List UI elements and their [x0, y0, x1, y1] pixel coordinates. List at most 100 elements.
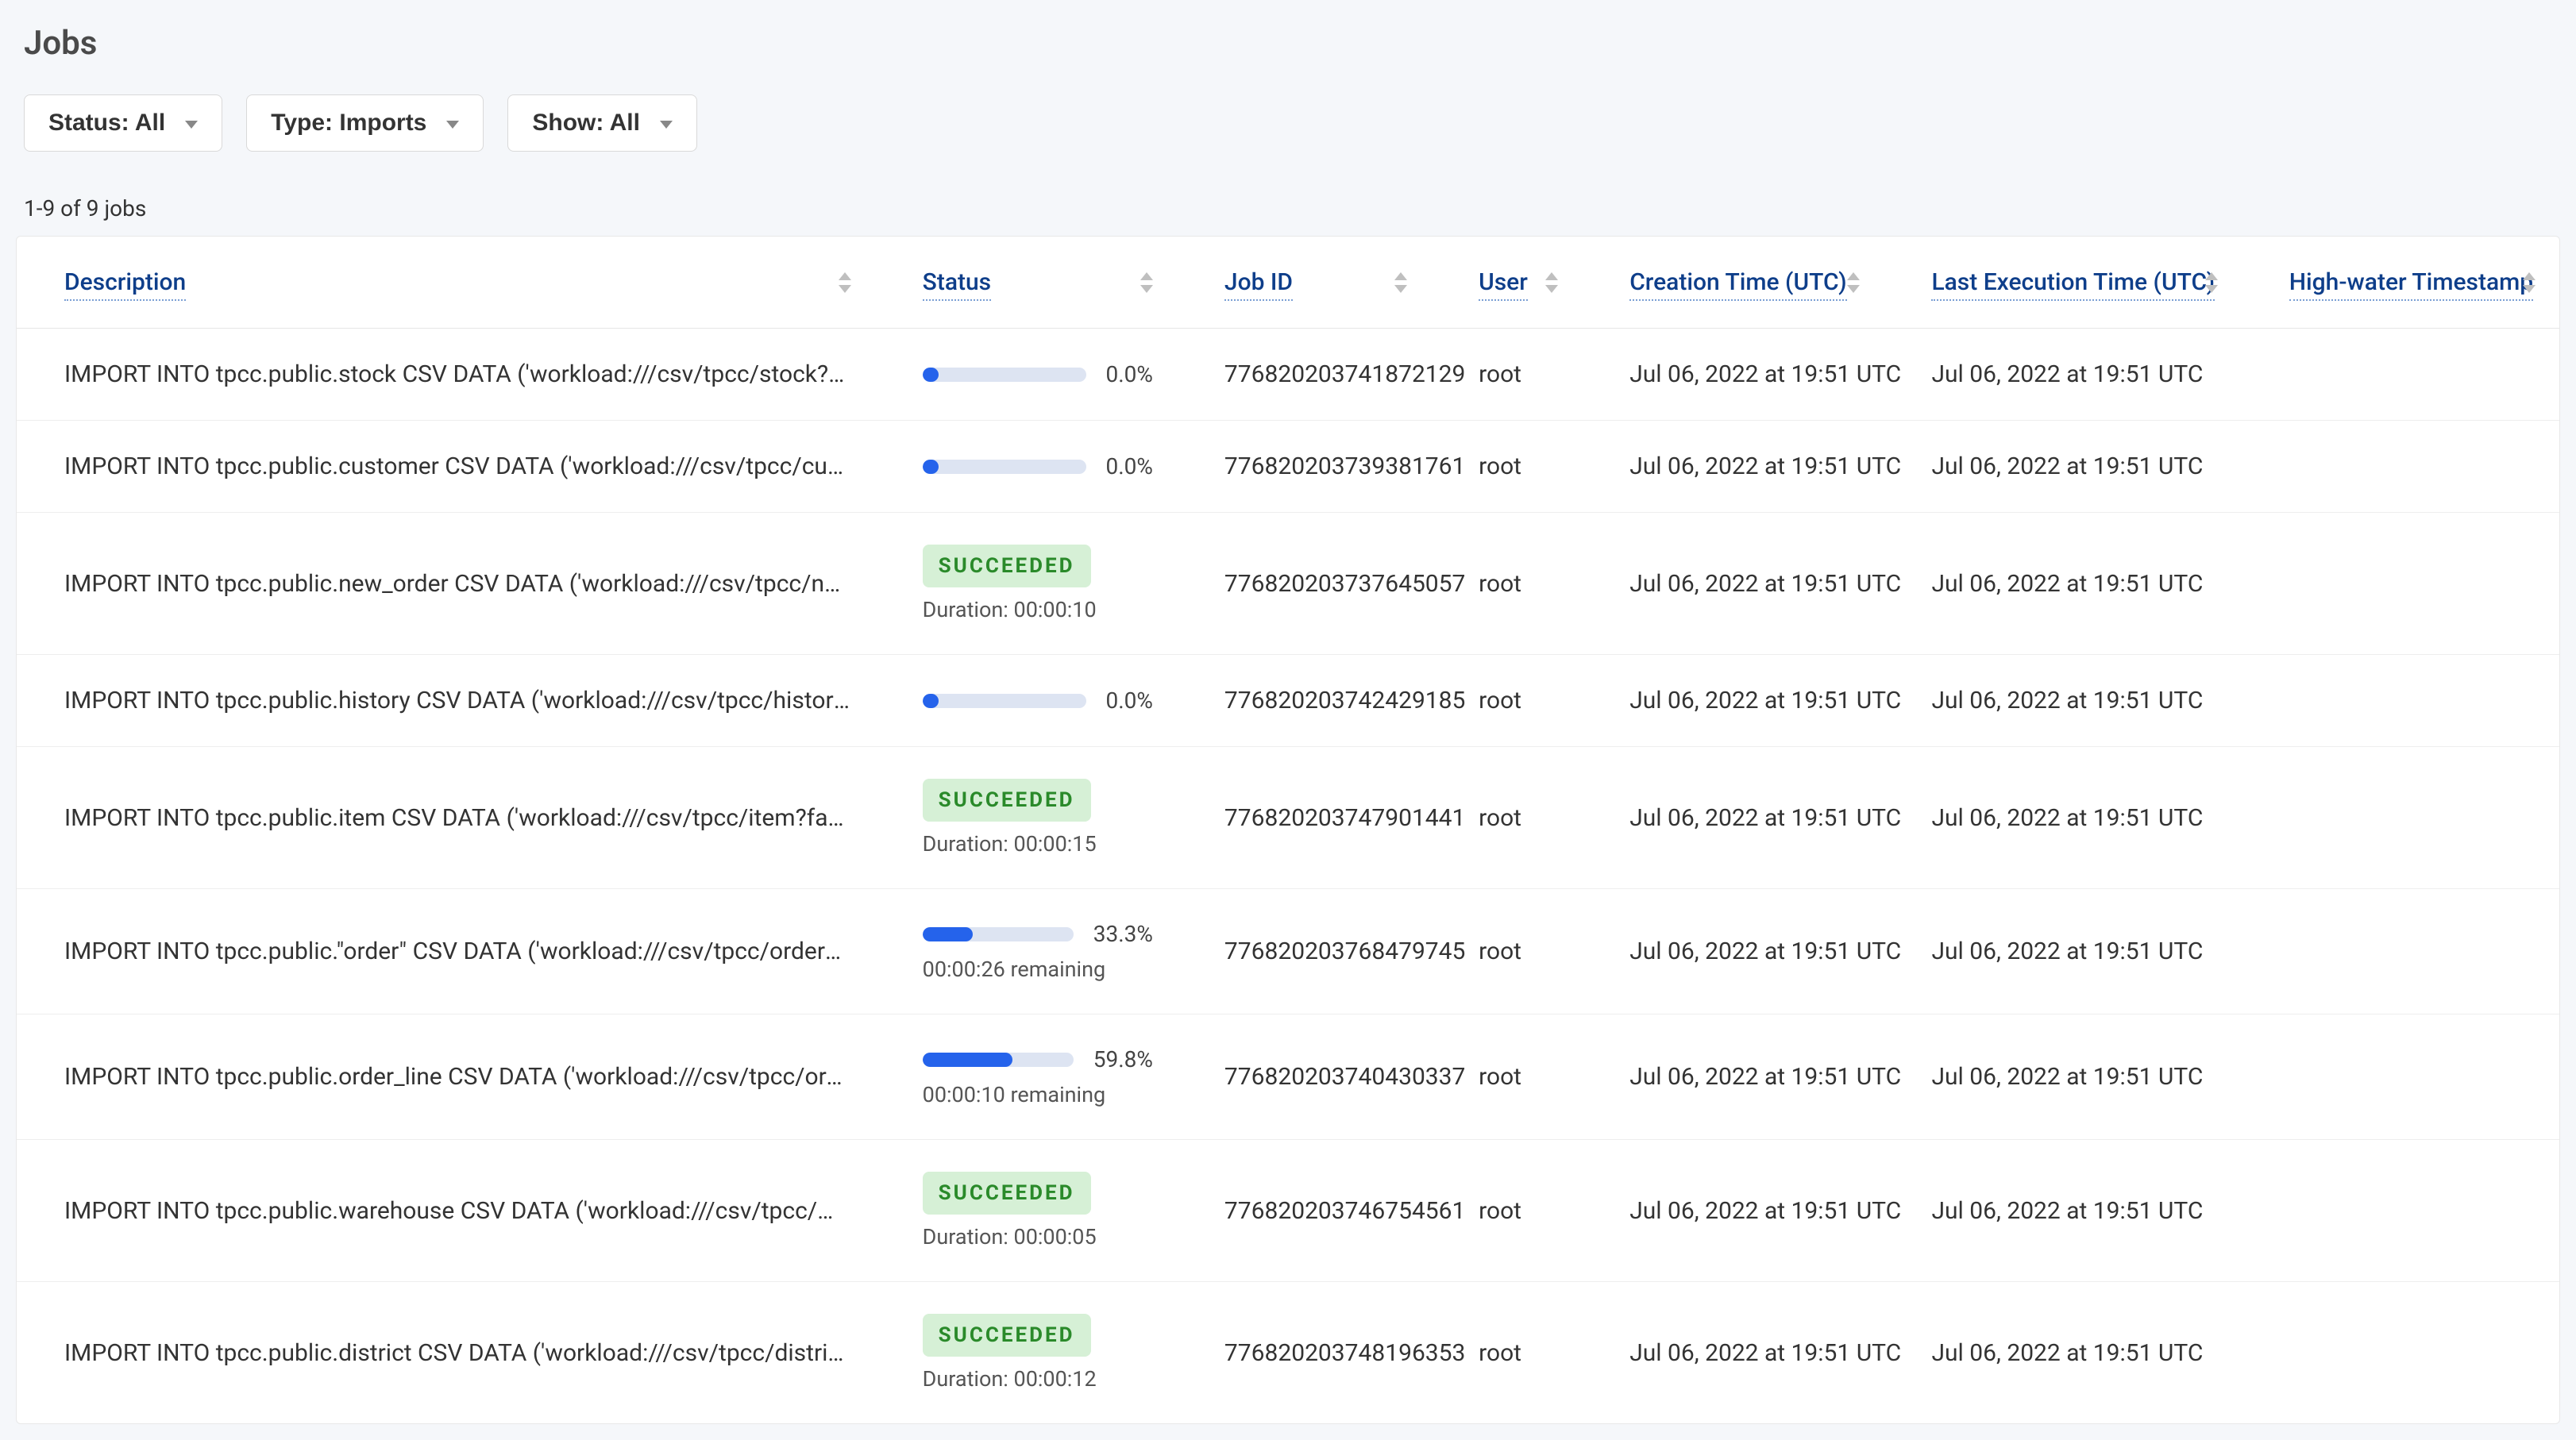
cell-status: 33.3% 00:00:26 remaining — [875, 889, 1177, 1015]
cell-status: SUCCEEDED Duration: 00:00:12 — [875, 1282, 1177, 1424]
progress-bar — [923, 927, 1074, 941]
cell-description: IMPORT INTO tpcc.public.customer CSV DAT… — [17, 421, 875, 513]
cell-highwater — [2242, 655, 2559, 747]
cell-creation-time: Jul 06, 2022 at 19:51 UTC — [1582, 1015, 1884, 1140]
type-filter-button[interactable]: Type: Imports — [246, 94, 484, 152]
table-row[interactable]: IMPORT INTO tpcc.public.order_line CSV D… — [17, 1015, 2559, 1140]
progress-percentage: 33.3% — [1093, 921, 1153, 947]
cell-job-id: 776820203739381761 — [1177, 421, 1431, 513]
progress-percentage: 0.0% — [1106, 361, 1153, 387]
col-job-id-label: Job ID — [1224, 268, 1293, 301]
table-row[interactable]: IMPORT INTO tpcc.public.history CSV DATA… — [17, 655, 2559, 747]
status-filter-button[interactable]: Status: All — [24, 94, 222, 152]
cell-job-id: 776820203747901441 — [1177, 747, 1431, 889]
cell-creation-time: Jul 06, 2022 at 19:51 UTC — [1582, 1282, 1884, 1424]
table-row[interactable]: IMPORT INTO tpcc.public.district CSV DAT… — [17, 1282, 2559, 1424]
col-description[interactable]: Description — [17, 237, 875, 329]
progress-bar — [923, 694, 1086, 708]
cell-job-id: 776820203748196353 — [1177, 1282, 1431, 1424]
sort-icon — [2523, 272, 2536, 293]
table-row[interactable]: IMPORT INTO tpcc.public.warehouse CSV DA… — [17, 1140, 2559, 1282]
cell-description: IMPORT INTO tpcc.public.new_order CSV DA… — [17, 513, 875, 655]
duration-label: Duration: 00:00:05 — [923, 1224, 1153, 1249]
page-title: Jobs — [24, 24, 2560, 63]
duration-label: Duration: 00:00:12 — [923, 1366, 1153, 1392]
progress-percentage: 59.8% — [1093, 1046, 1153, 1072]
cell-job-id: 776820203768479745 — [1177, 889, 1431, 1015]
col-job-id[interactable]: Job ID — [1177, 237, 1431, 329]
sort-icon — [1140, 272, 1153, 293]
col-highwater-label: High-water Timestamp — [2289, 268, 2533, 301]
cell-highwater — [2242, 747, 2559, 889]
chevron-down-icon — [660, 121, 673, 129]
col-last-exec-time-label: Last Execution Time (UTC) — [1931, 268, 2215, 301]
table-row[interactable]: IMPORT INTO tpcc.public.new_order CSV DA… — [17, 513, 2559, 655]
cell-creation-time: Jul 06, 2022 at 19:51 UTC — [1582, 421, 1884, 513]
sort-icon — [1545, 272, 1558, 293]
col-creation-time[interactable]: Creation Time (UTC) — [1582, 237, 1884, 329]
cell-job-id: 776820203740430337 — [1177, 1015, 1431, 1140]
cell-creation-time: Jul 06, 2022 at 19:51 UTC — [1582, 329, 1884, 421]
table-row[interactable]: IMPORT INTO tpcc.public."order" CSV DATA… — [17, 889, 2559, 1015]
table-row[interactable]: IMPORT INTO tpcc.public.stock CSV DATA (… — [17, 329, 2559, 421]
cell-description: IMPORT INTO tpcc.public.warehouse CSV DA… — [17, 1140, 875, 1282]
duration-label: Duration: 00:00:15 — [923, 831, 1153, 857]
table-row[interactable]: IMPORT INTO tpcc.public.customer CSV DAT… — [17, 421, 2559, 513]
cell-status: 0.0% — [875, 421, 1177, 513]
cell-status: SUCCEEDED Duration: 00:00:15 — [875, 747, 1177, 889]
cell-creation-time: Jul 06, 2022 at 19:51 UTC — [1582, 747, 1884, 889]
sort-icon — [1394, 272, 1407, 293]
cell-creation-time: Jul 06, 2022 at 19:51 UTC — [1582, 889, 1884, 1015]
cell-status: SUCCEEDED Duration: 00:00:05 — [875, 1140, 1177, 1282]
show-filter-button[interactable]: Show: All — [507, 94, 697, 152]
cell-highwater — [2242, 889, 2559, 1015]
cell-job-id: 776820203742429185 — [1177, 655, 1431, 747]
cell-description: IMPORT INTO tpcc.public.item CSV DATA ('… — [17, 747, 875, 889]
show-filter-label: Show: All — [532, 110, 640, 137]
progress-bar — [923, 1053, 1074, 1067]
cell-creation-time: Jul 06, 2022 at 19:51 UTC — [1582, 513, 1884, 655]
col-highwater[interactable]: High-water Timestamp — [2242, 237, 2559, 329]
cell-status: 0.0% — [875, 655, 1177, 747]
cell-last-exec-time: Jul 06, 2022 at 19:51 UTC — [1884, 1140, 2241, 1282]
cell-job-id: 776820203737645057 — [1177, 513, 1431, 655]
cell-description: IMPORT INTO tpcc.public."order" CSV DATA… — [17, 889, 875, 1015]
cell-description: IMPORT INTO tpcc.public.stock CSV DATA (… — [17, 329, 875, 421]
status-badge: SUCCEEDED — [923, 1172, 1091, 1215]
cell-status: 59.8%00:00:10 remaining — [875, 1015, 1177, 1140]
status-badge: SUCCEEDED — [923, 1314, 1091, 1357]
chevron-down-icon — [185, 121, 198, 129]
col-description-label: Description — [64, 268, 186, 301]
status-badge: SUCCEEDED — [923, 779, 1091, 822]
cell-last-exec-time: Jul 06, 2022 at 19:51 UTC — [1884, 655, 2241, 747]
cell-job-id: 776820203741872129 — [1177, 329, 1431, 421]
progress-percentage: 0.0% — [1106, 687, 1153, 714]
progress-percentage: 0.0% — [1106, 453, 1153, 479]
cell-highwater — [2242, 1015, 2559, 1140]
result-count: 1-9 of 9 jobs — [24, 195, 2560, 221]
progress-bar — [923, 460, 1086, 474]
filters-row: Status: All Type: Imports Show: All — [24, 94, 2560, 152]
progress-subtext: 00:00:26 remaining — [923, 957, 1153, 982]
cell-highwater — [2242, 1140, 2559, 1282]
sort-icon — [839, 272, 851, 293]
cell-last-exec-time: Jul 06, 2022 at 19:51 UTC — [1884, 747, 2241, 889]
cell-last-exec-time: Jul 06, 2022 at 19:51 UTC — [1884, 513, 2241, 655]
cell-description: IMPORT INTO tpcc.public.history CSV DATA… — [17, 655, 875, 747]
cell-highwater — [2242, 421, 2559, 513]
table-row[interactable]: IMPORT INTO tpcc.public.item CSV DATA ('… — [17, 747, 2559, 889]
col-last-exec-time[interactable]: Last Execution Time (UTC) — [1884, 237, 2241, 329]
col-user[interactable]: User — [1431, 237, 1582, 329]
type-filter-label: Type: Imports — [271, 110, 426, 137]
col-status[interactable]: Status — [875, 237, 1177, 329]
cell-description: IMPORT INTO tpcc.public.district CSV DAT… — [17, 1282, 875, 1424]
chevron-down-icon — [446, 121, 459, 129]
cell-last-exec-time: Jul 06, 2022 at 19:51 UTC — [1884, 421, 2241, 513]
col-user-label: User — [1479, 268, 1528, 301]
duration-label: Duration: 00:00:10 — [923, 597, 1153, 622]
cell-creation-time: Jul 06, 2022 at 19:51 UTC — [1582, 655, 1884, 747]
cell-last-exec-time: Jul 06, 2022 at 19:51 UTC — [1884, 329, 2241, 421]
sort-icon — [2205, 272, 2218, 293]
col-status-label: Status — [923, 268, 991, 301]
cell-last-exec-time: Jul 06, 2022 at 19:51 UTC — [1884, 1015, 2241, 1140]
